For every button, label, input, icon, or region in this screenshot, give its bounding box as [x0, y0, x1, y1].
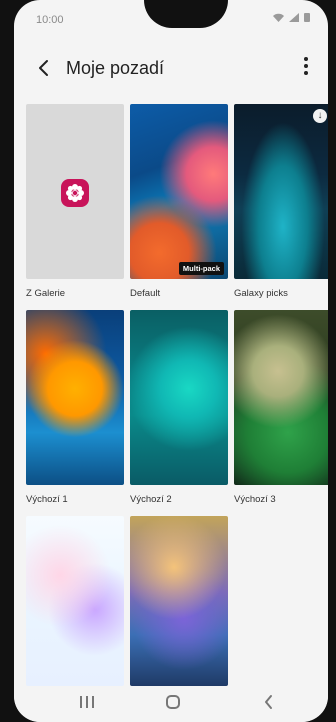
- wallpaper-thumbnail: Multi-pack: [130, 104, 228, 279]
- wallpaper-thumbnail: [234, 310, 328, 485]
- back-arrow-icon[interactable]: [32, 56, 56, 80]
- wallpaper-thumbnail: [26, 516, 124, 686]
- recent-apps-icon[interactable]: [78, 693, 96, 716]
- status-icons: [272, 12, 310, 25]
- more-vertical-icon[interactable]: [298, 56, 314, 80]
- home-icon[interactable]: [164, 693, 182, 716]
- wallpaper-tile-vychozi-1[interactable]: Výchozí 1: [26, 310, 124, 505]
- page-title: Moje pozadí: [66, 58, 165, 78]
- wallpaper-tile-gallery[interactable]: Z Galerie: [26, 104, 124, 299]
- signal-icon: [288, 13, 304, 25]
- back-icon[interactable]: [260, 693, 278, 716]
- phone-screen: 10:00 Moje pozadí Z Galerie Multi-pack D…: [14, 0, 328, 722]
- status-time: 10:00: [36, 14, 64, 26]
- wallpaper-thumbnail: [26, 310, 124, 485]
- wallpaper-label: Default: [130, 288, 161, 299]
- wallpaper-thumbnail: [130, 516, 228, 686]
- wallpaper-tile-glitter[interactable]: [130, 516, 228, 686]
- wallpaper-tile-vychozi-3[interactable]: Výchozí 3: [234, 310, 328, 505]
- multipack-badge: Multi-pack: [178, 262, 224, 275]
- flower-icon: [61, 179, 89, 207]
- wallpaper-label: Galaxy picks: [234, 288, 288, 299]
- wallpaper-thumbnail: ↓: [234, 104, 328, 279]
- gallery-thumbnail: [26, 104, 124, 279]
- wallpaper-label: Z Galerie: [26, 288, 66, 299]
- wallpaper-tile-vychozi-2[interactable]: Výchozí 2: [130, 310, 228, 505]
- wallpaper-tile-default[interactable]: Multi-pack Default: [130, 104, 228, 299]
- wallpaper-label: Výchozí 3: [234, 494, 276, 505]
- navigation-bar: [14, 686, 328, 722]
- status-bar: 10:00: [14, 0, 328, 34]
- battery-icon: [304, 13, 310, 25]
- wallpaper-tile-floral[interactable]: [26, 516, 124, 686]
- wallpaper-thumbnail: [130, 310, 228, 485]
- app-bar: Moje pozadí: [14, 50, 328, 90]
- wallpaper-label: Výchozí 1: [26, 494, 68, 505]
- wallpaper-label: Výchozí 2: [130, 494, 172, 505]
- wallpaper-tile-galaxy-picks[interactable]: ↓ Galaxy picks: [234, 104, 328, 299]
- wifi-icon: [272, 13, 289, 25]
- download-icon[interactable]: ↓: [313, 109, 327, 123]
